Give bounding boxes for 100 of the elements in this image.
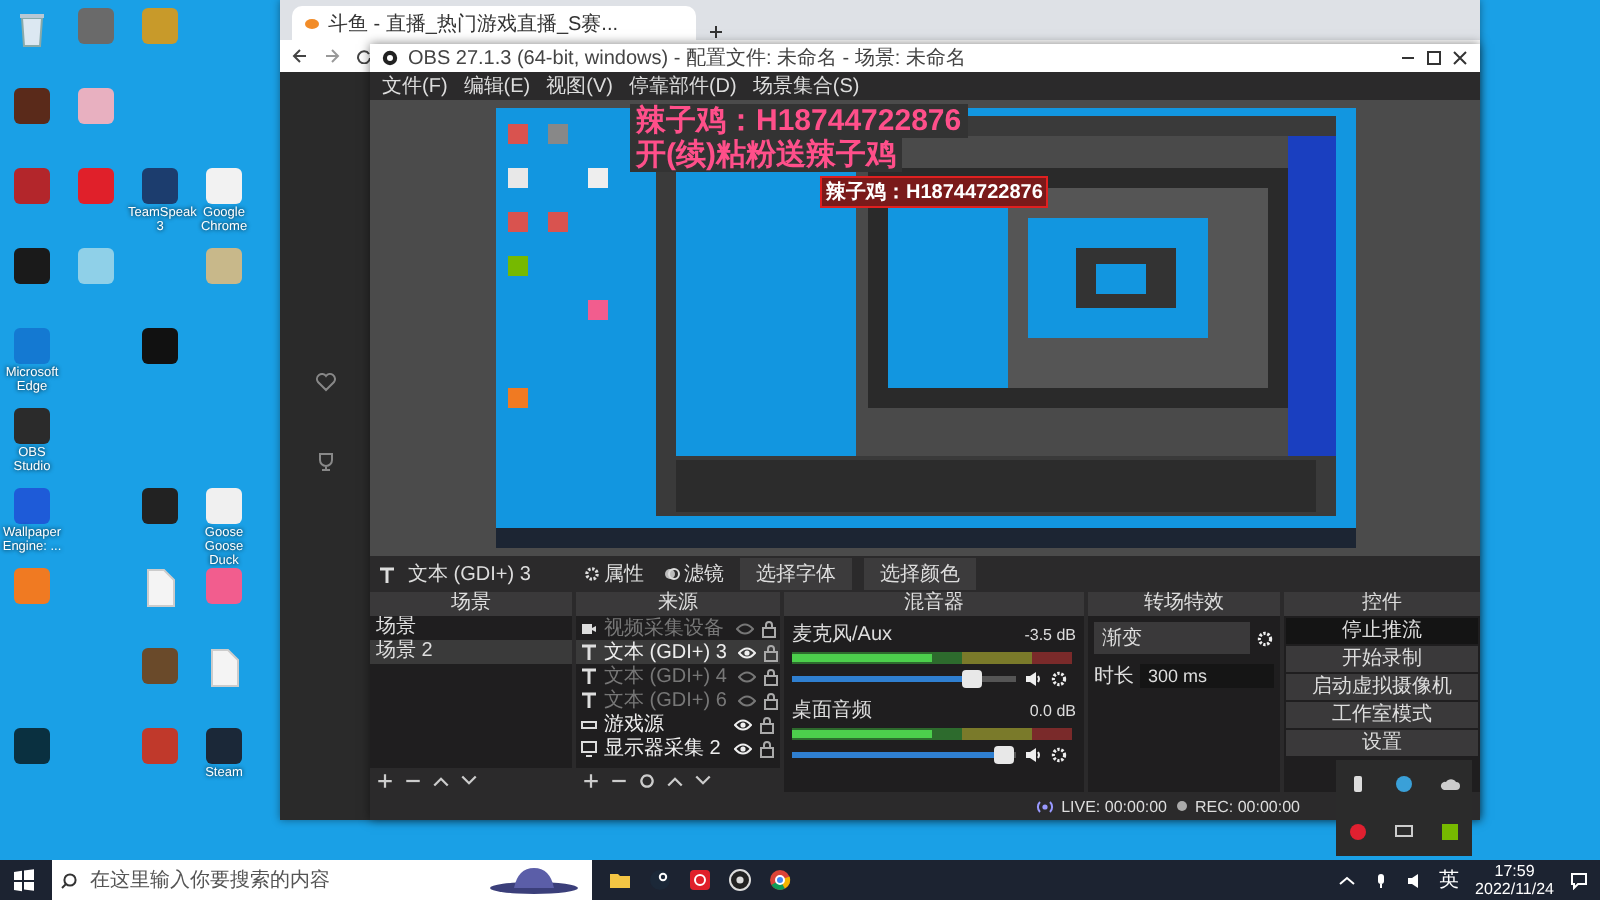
- control-button[interactable]: 停止推流: [1286, 618, 1478, 644]
- new-tab-icon[interactable]: [708, 24, 724, 40]
- close-icon[interactable]: [1452, 50, 1468, 66]
- toolbar-button[interactable]: 选择字体: [740, 558, 852, 590]
- obs-icon[interactable]: [728, 868, 752, 892]
- slider-thumb[interactable]: [961, 669, 982, 687]
- app-tile-icon[interactable]: [14, 408, 50, 444]
- notification-icon[interactable]: [1570, 871, 1588, 889]
- duration-field[interactable]: 300 ms: [1140, 664, 1274, 688]
- menu-item[interactable]: 编辑(E): [463, 72, 531, 100]
- forward-icon[interactable]: [324, 48, 340, 64]
- app-tile-icon[interactable]: [14, 488, 50, 524]
- source-item[interactable]: 视频采集设备: [576, 616, 780, 640]
- lock-icon[interactable]: [762, 643, 780, 661]
- add-icon[interactable]: [376, 771, 394, 789]
- scene-item[interactable]: 场景 2: [370, 640, 572, 664]
- dock-title: 来源: [576, 592, 780, 616]
- control-button[interactable]: 启动虚拟摄像机: [1286, 674, 1478, 700]
- scene-item[interactable]: 场景: [370, 616, 572, 640]
- source-item[interactable]: 文本 (GDI+) 3: [576, 640, 780, 664]
- speaker-icon[interactable]: [1024, 745, 1042, 763]
- lock-icon[interactable]: [760, 619, 778, 637]
- file-icon[interactable]: [142, 568, 178, 608]
- filters-button[interactable]: 滤镜: [660, 560, 728, 588]
- app-tray-icon[interactable]: [1393, 774, 1414, 794]
- chevron-up-icon[interactable]: [1337, 871, 1356, 889]
- heart-icon[interactable]: [315, 372, 335, 392]
- music-app-icon[interactable]: [688, 868, 712, 892]
- menu-item[interactable]: 视图(V): [546, 72, 613, 100]
- windows-start-icon[interactable]: [12, 868, 36, 892]
- app-tile-icon[interactable]: [142, 168, 178, 204]
- dock-title: 场景: [370, 592, 572, 616]
- source-item[interactable]: 游戏源: [576, 712, 780, 736]
- app-tile-icon[interactable]: [14, 328, 50, 364]
- eye-icon[interactable]: [734, 715, 752, 733]
- display-icon[interactable]: [1393, 822, 1414, 842]
- app-tile-icon[interactable]: [14, 248, 50, 284]
- speaker-icon[interactable]: [1405, 871, 1424, 889]
- app-tile-icon[interactable]: [78, 8, 114, 44]
- menu-item[interactable]: 场景集合(S): [752, 72, 860, 100]
- app-tile-icon[interactable]: [142, 8, 178, 44]
- eye-closed-icon[interactable]: [736, 619, 754, 637]
- cloud-icon[interactable]: [1439, 774, 1460, 794]
- lock-icon[interactable]: [762, 667, 780, 685]
- source-item[interactable]: 文本 (GDI+) 4: [576, 664, 780, 688]
- app-tile-icon[interactable]: [14, 568, 50, 604]
- record-icon[interactable]: [1348, 822, 1369, 842]
- app-tile-icon[interactable]: [142, 728, 178, 764]
- source-item[interactable]: 显示器采集 2: [576, 736, 780, 760]
- lock-icon[interactable]: [758, 715, 776, 733]
- app-tile-icon[interactable]: [78, 88, 114, 124]
- search-icon: [60, 871, 78, 889]
- menu-item[interactable]: 文件(F): [382, 72, 448, 100]
- app-tile-icon[interactable]: [206, 728, 242, 764]
- control-button[interactable]: 设置: [1286, 730, 1478, 756]
- app-tile-icon[interactable]: [14, 728, 50, 764]
- folder-icon[interactable]: [608, 868, 632, 892]
- down-icon[interactable]: [694, 771, 712, 789]
- toolbar-button[interactable]: 选择颜色: [864, 558, 976, 590]
- lock-icon[interactable]: [762, 691, 780, 709]
- taskbar-search-bar[interactable]: 在这里输入你要搜索的内容: [52, 860, 592, 900]
- app-tile-icon[interactable]: [14, 168, 50, 204]
- maximize-icon[interactable]: [1426, 50, 1442, 66]
- eye-icon[interactable]: [734, 739, 752, 757]
- app-tile-icon[interactable]: [206, 168, 242, 204]
- down-icon[interactable]: [460, 771, 478, 789]
- app-tile-icon[interactable]: [206, 248, 242, 284]
- add-icon[interactable]: [582, 771, 600, 789]
- app-tile-icon[interactable]: [206, 488, 242, 524]
- app-tile-icon[interactable]: [142, 648, 178, 684]
- transition-dropdown[interactable]: 渐变: [1094, 622, 1250, 654]
- back-icon[interactable]: [292, 48, 308, 64]
- selected-overlay-text[interactable]: 辣子鸡：H18744722876: [820, 176, 1049, 208]
- control-button[interactable]: 开始录制: [1286, 646, 1478, 672]
- app-tile-icon[interactable]: [142, 488, 178, 524]
- eye-icon[interactable]: [738, 643, 757, 661]
- file-icon[interactable]: [206, 648, 242, 688]
- slider-thumb[interactable]: [994, 745, 1015, 763]
- dock-title: 转场特效: [1088, 592, 1280, 616]
- app-tile-icon[interactable]: [142, 328, 178, 364]
- taskbar-clock[interactable]: 17:59 2022/11/24: [1475, 862, 1554, 898]
- reload-icon[interactable]: [356, 48, 372, 64]
- chrome-icon[interactable]: [768, 868, 792, 892]
- input-method-indicator[interactable]: 英: [1439, 866, 1460, 894]
- speaker-icon[interactable]: [1024, 669, 1042, 687]
- control-button[interactable]: 工作室模式: [1286, 702, 1478, 728]
- nvidia-icon[interactable]: [1439, 822, 1460, 842]
- browser-tab[interactable]: 斗鱼 - 直播_热门游戏直播_S赛...: [292, 6, 696, 40]
- trophy-icon[interactable]: [315, 452, 335, 472]
- properties-button[interactable]: 属性: [580, 560, 648, 588]
- app-tile-icon[interactable]: [206, 568, 242, 604]
- search-field[interactable]: 在这里输入你要搜索的内容: [86, 867, 476, 893]
- rec-timer: REC: 00:00:00: [1195, 797, 1300, 815]
- app-tile-icon[interactable]: [14, 88, 50, 124]
- lock-icon[interactable]: [758, 739, 776, 757]
- app-tile-icon[interactable]: [78, 168, 114, 204]
- menu-item[interactable]: 停靠部件(D): [628, 72, 737, 100]
- app-tile-icon[interactable]: [78, 248, 114, 284]
- steam-icon[interactable]: [648, 868, 672, 892]
- source-item[interactable]: 文本 (GDI+) 6: [576, 688, 780, 712]
